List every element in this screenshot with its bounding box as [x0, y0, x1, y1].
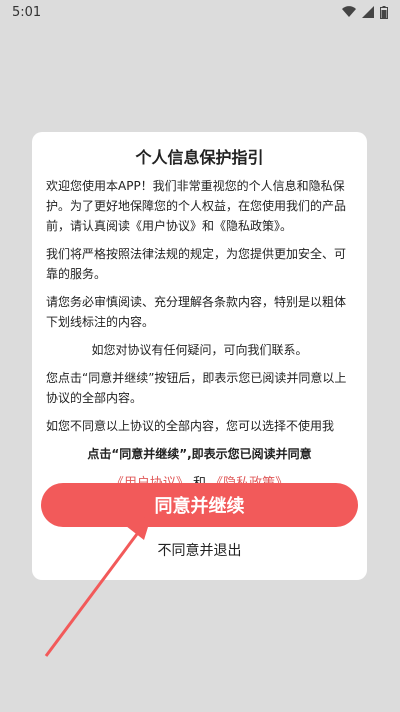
- signal-icon: [362, 6, 374, 18]
- dialog-title: 个人信息保护指引: [135, 148, 264, 167]
- paragraph-read: 请您务必审慎阅读、充分理解各条款内容，特别是以粗体下划线标注的内容。: [46, 295, 347, 329]
- paragraph-contact: 如您对协议有任何疑问，可向我们联系。: [91, 343, 308, 357]
- status-icons: [342, 5, 388, 19]
- agree-continue-button[interactable]: 同意并继续: [41, 483, 358, 527]
- paragraph-agree: 您点击“同意并继续”按钮后，即表示您已阅读并同意以上协议的全部内容。: [46, 371, 347, 405]
- paragraph-welcome: 欢迎您使用本APP！我们非常重视您的个人信息和隐私保护。为了更好地保障您的个人权…: [46, 179, 347, 233]
- decline-exit-button[interactable]: 不同意并退出: [32, 540, 367, 560]
- status-time: 5:01: [12, 4, 42, 20]
- battery-icon: [380, 5, 388, 19]
- paragraph-disagree: 如您不同意以上协议的全部内容，您可以选择不使用我: [46, 419, 335, 433]
- privacy-dialog: 个人信息保护指引 欢迎您使用本APP！我们非常重视您的个人信息和隐私保护。为了更…: [32, 132, 367, 580]
- paragraph-law: 我们将严格按照法律法规的规定，为您提供更加安全、可靠的服务。: [46, 247, 347, 281]
- bold-note: 点击“同意并继续”,即表示您已阅读并同意: [87, 447, 312, 461]
- wifi-icon: [342, 6, 356, 18]
- status-bar: 5:01: [0, 0, 400, 24]
